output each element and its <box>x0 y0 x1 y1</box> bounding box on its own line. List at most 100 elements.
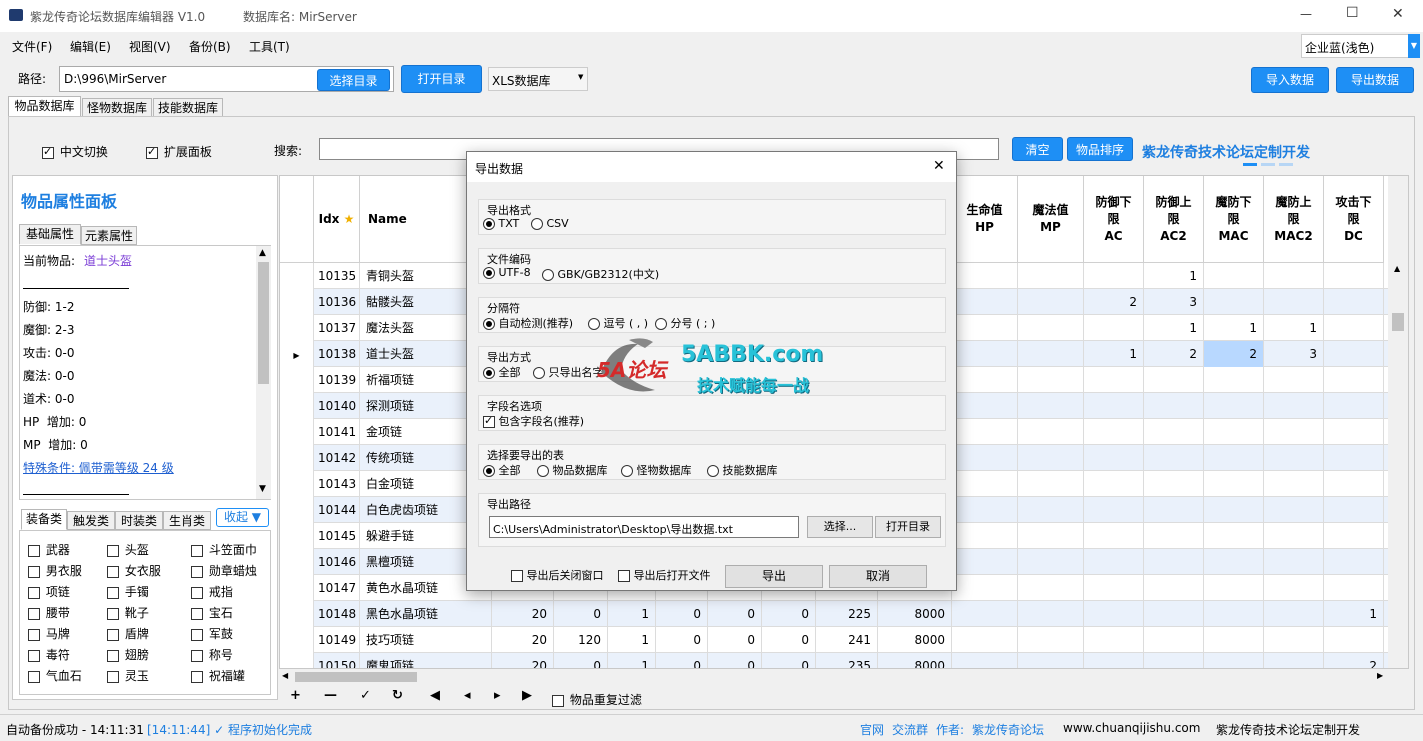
data-cell[interactable]: 0 <box>762 627 816 653</box>
data-cell[interactable] <box>1084 575 1144 601</box>
data-cell[interactable] <box>1324 393 1384 419</box>
official-site-link[interactable]: 官网 <box>860 721 884 738</box>
dialog-export-button[interactable]: 导出 <box>725 565 823 588</box>
data-cell[interactable] <box>1324 367 1384 393</box>
data-cell[interactable]: 8000 <box>878 627 952 653</box>
scroll-up-icon[interactable]: ▲ <box>1394 264 1400 273</box>
data-cell[interactable] <box>952 367 1018 393</box>
next-record-button[interactable]: ▸ <box>494 688 501 703</box>
data-cell[interactable] <box>1084 315 1144 341</box>
data-cell[interactable]: 241 <box>816 627 878 653</box>
row-header-cell[interactable] <box>280 653 314 668</box>
scroll-right-icon[interactable]: ▶ <box>1377 671 1383 680</box>
scroll-up-icon[interactable]: ▲ <box>259 248 266 258</box>
data-cell[interactable]: 1 <box>1144 263 1204 289</box>
row-header-cell[interactable] <box>280 627 314 653</box>
prev-record-button[interactable]: ◂ <box>464 688 471 703</box>
open-dir-button[interactable]: 打开目录 <box>401 65 482 93</box>
row-header-cell[interactable]: ▶ <box>280 341 314 367</box>
category-checkbox[interactable]: 气血石 <box>28 667 82 684</box>
data-cell[interactable] <box>1018 419 1084 445</box>
data-cell[interactable] <box>1084 471 1144 497</box>
data-cell[interactable] <box>1264 419 1324 445</box>
row-header-cell[interactable] <box>280 263 314 289</box>
idx-cell[interactable]: 10139 <box>314 367 360 393</box>
data-cell[interactable] <box>952 445 1018 471</box>
tab-equip[interactable]: 装备类 <box>21 509 67 530</box>
scroll-left-icon[interactable]: ◀ <box>282 671 288 680</box>
column-header[interactable]: 魔防上 限 MAC2 <box>1264 176 1324 263</box>
close-after-checkbox[interactable]: 导出后关闭窗口 <box>511 567 604 583</box>
data-cell[interactable] <box>1144 653 1204 668</box>
enc-gbk-radio[interactable]: GBK/GB2312(中文) <box>542 266 659 282</box>
choose-dir-button[interactable]: 选择目录 <box>317 69 390 91</box>
data-cell[interactable] <box>1144 497 1204 523</box>
data-cell[interactable] <box>1204 263 1264 289</box>
data-cell[interactable] <box>1084 367 1144 393</box>
data-cell[interactable] <box>1324 497 1384 523</box>
category-checkbox[interactable]: 手镯 <box>107 583 149 600</box>
idx-cell[interactable]: 10137 <box>314 315 360 341</box>
close-button[interactable]: ✕ <box>1392 6 1404 22</box>
data-cell[interactable] <box>952 315 1018 341</box>
data-cell[interactable] <box>1204 653 1264 668</box>
theme-select[interactable]: 企业蓝(浅色) ▼ <box>1301 34 1420 58</box>
data-cell[interactable] <box>1144 367 1204 393</box>
data-cell[interactable]: 2 <box>1144 341 1204 367</box>
data-cell[interactable]: 1 <box>608 627 656 653</box>
data-cell[interactable] <box>1084 523 1144 549</box>
data-cell[interactable]: 120 <box>554 627 608 653</box>
data-cell[interactable] <box>1018 627 1084 653</box>
first-record-button[interactable]: ◀ <box>430 688 440 703</box>
data-cell[interactable] <box>1204 549 1264 575</box>
data-cell[interactable] <box>1324 341 1384 367</box>
data-cell[interactable] <box>1018 471 1084 497</box>
data-cell[interactable]: 0 <box>656 653 708 668</box>
idx-cell[interactable]: 10145 <box>314 523 360 549</box>
format-csv-radio[interactable]: CSV <box>531 217 569 230</box>
idx-cell[interactable]: 10143 <box>314 471 360 497</box>
data-cell[interactable] <box>1084 419 1144 445</box>
data-cell[interactable] <box>952 341 1018 367</box>
db-type-select[interactable]: XLS数据库 ▼ <box>488 67 588 91</box>
idx-cell[interactable]: 10140 <box>314 393 360 419</box>
category-checkbox[interactable]: 戒指 <box>191 583 233 600</box>
dialog-cancel-button[interactable]: 取消 <box>829 565 927 588</box>
data-cell[interactable]: 2 <box>1084 289 1144 315</box>
data-cell[interactable] <box>1018 367 1084 393</box>
add-record-button[interactable]: + <box>290 688 301 703</box>
table-all-radio[interactable]: 全部 <box>483 462 521 478</box>
tab-fashion[interactable]: 时装类 <box>115 511 163 530</box>
idx-cell[interactable]: 10146 <box>314 549 360 575</box>
data-cell[interactable] <box>1204 419 1264 445</box>
category-checkbox[interactable]: 头盔 <box>107 541 149 558</box>
data-cell[interactable] <box>952 393 1018 419</box>
category-checkbox[interactable]: 称号 <box>191 646 233 663</box>
table-skill-radio[interactable]: 技能数据库 <box>707 462 778 478</box>
tab-trigger[interactable]: 触发类 <box>67 511 115 530</box>
data-cell[interactable] <box>1204 523 1264 549</box>
author-link[interactable]: 紫龙传奇论坛 <box>972 721 1044 738</box>
idx-cell[interactable]: 10135 <box>314 263 360 289</box>
sep-auto-radio[interactable]: 自动检测(推荐) <box>483 315 573 331</box>
data-cell[interactable] <box>1144 523 1204 549</box>
category-checkbox[interactable]: 靴子 <box>107 604 149 621</box>
data-cell[interactable] <box>1084 263 1144 289</box>
data-cell[interactable] <box>1144 575 1204 601</box>
data-cell[interactable] <box>1204 497 1264 523</box>
data-cell[interactable] <box>1204 393 1264 419</box>
category-checkbox[interactable]: 项链 <box>28 583 70 600</box>
data-cell[interactable] <box>1144 419 1204 445</box>
tab-item-db[interactable]: 物品数据库 <box>8 96 81 117</box>
import-button[interactable]: 导入数据 <box>1251 67 1329 93</box>
category-checkbox[interactable]: 男衣服 <box>28 562 82 579</box>
export-path-input[interactable]: C:\Users\Administrator\Desktop\导出数据.txt <box>489 516 799 538</box>
name-cell[interactable]: 魔鬼项链 <box>360 653 492 668</box>
data-cell[interactable]: 225 <box>816 601 878 627</box>
column-header[interactable]: 生命值 HP <box>952 176 1018 263</box>
data-cell[interactable] <box>1204 627 1264 653</box>
open-dir-dialog-button[interactable]: 打开目录 <box>875 516 941 538</box>
dialog-close-icon[interactable]: ✕ <box>933 158 945 174</box>
data-cell[interactable] <box>1264 497 1324 523</box>
data-cell[interactable] <box>1084 627 1144 653</box>
